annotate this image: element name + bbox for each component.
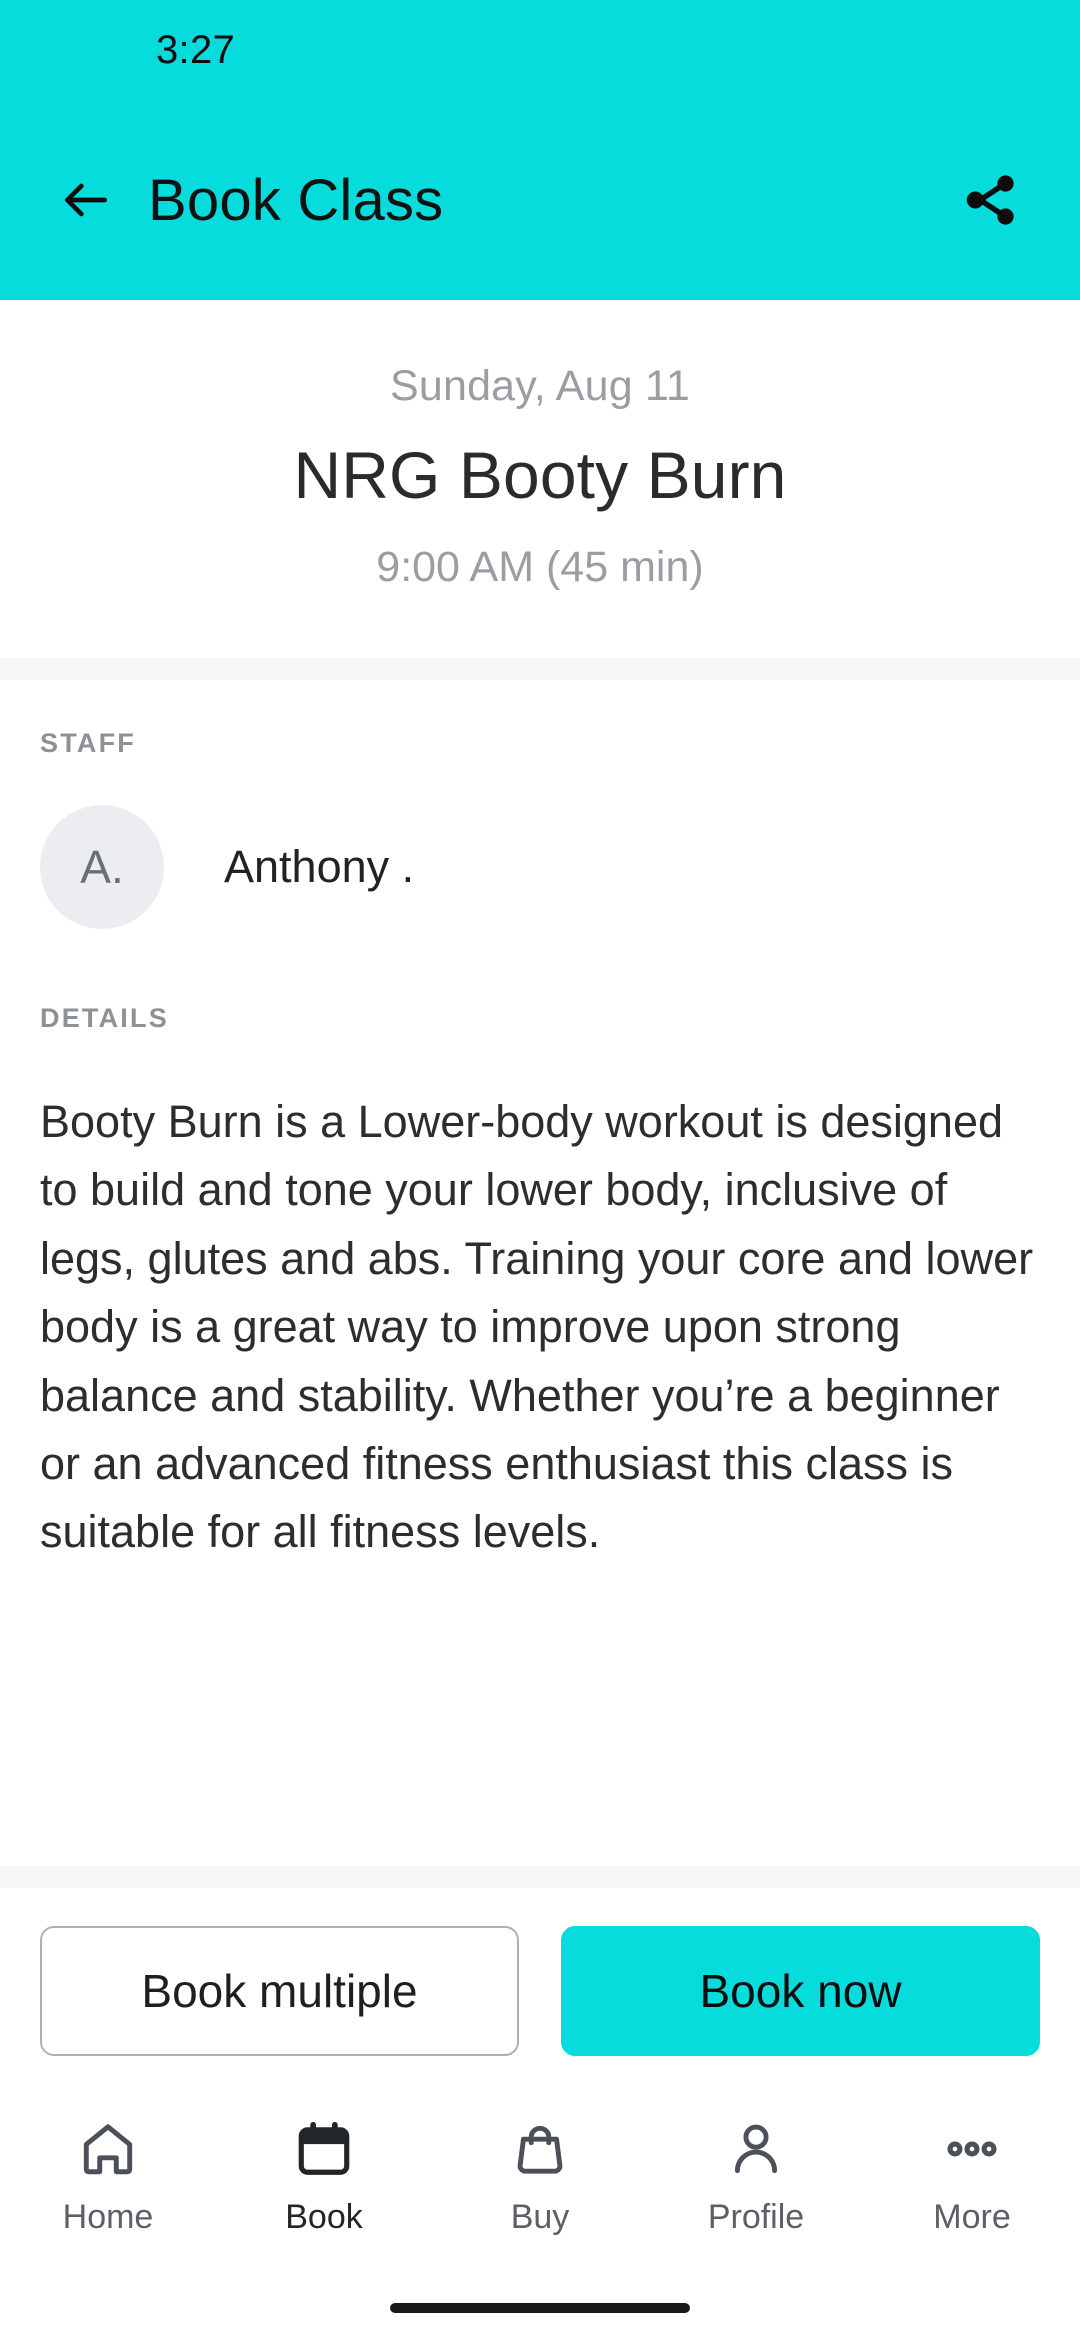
class-date: Sunday, Aug 11 — [389, 362, 691, 410]
nav-item-book[interactable]: Book — [216, 2116, 432, 2237]
share-icon — [966, 175, 1014, 225]
nav-label-more: More — [933, 2198, 1011, 2236]
page-title: Book Class — [148, 167, 444, 233]
action-bar: Book multiple Book now — [0, 1888, 1080, 2090]
share-button[interactable] — [946, 156, 1034, 244]
class-time: 9:00 AM (45 min) — [376, 543, 704, 591]
nav-item-profile[interactable]: Profile — [648, 2116, 864, 2237]
bottom-navigation: Home Book Buy Profile More — [0, 2090, 1080, 2276]
section-divider-top — [0, 658, 1080, 680]
class-details-content: STAFF A. Anthony . DETAILS Booty Burn is… — [0, 680, 1080, 1866]
nav-item-home[interactable]: Home — [0, 2116, 216, 2237]
avatar: A. — [40, 805, 164, 929]
avatar-initials: A. — [80, 841, 124, 893]
nav-label-home: Home — [62, 2198, 154, 2236]
nav-item-buy[interactable]: Buy — [432, 2116, 648, 2237]
book-multiple-button[interactable]: Book multiple — [40, 1926, 519, 2056]
nav-label-book: Book — [285, 2198, 363, 2236]
shopping-bag-icon — [509, 2116, 571, 2182]
staff-section-label: STAFF — [40, 728, 136, 758]
nav-label-profile: Profile — [707, 2198, 805, 2236]
calendar-icon — [293, 2116, 355, 2182]
teal-header-zone: 3:27 Book Class — [0, 0, 1080, 300]
nav-label-buy: Buy — [510, 2198, 570, 2236]
app-bar: Book Class — [0, 100, 1080, 300]
details-section-label: DETAILS — [40, 1003, 169, 1033]
person-icon — [725, 2116, 787, 2182]
details-description: Booty Burn is a Lower-body workout is de… — [40, 1096, 1034, 1558]
staff-row[interactable]: A. Anthony . — [40, 805, 1040, 929]
status-bar-time: 3:27 — [156, 27, 236, 72]
book-now-button[interactable]: Book now — [561, 1926, 1040, 2056]
arrow-left-icon — [65, 183, 107, 217]
app-screen: 3:27 Book Class Sunday, Aug 11 NRG Booty… — [0, 0, 1080, 2340]
more-dots-icon — [941, 2116, 1003, 2182]
nav-item-more[interactable]: More — [864, 2116, 1080, 2237]
status-bar: 3:27 — [0, 0, 1080, 100]
section-divider-bottom — [0, 1866, 1080, 1888]
home-icon — [77, 2116, 139, 2182]
class-name: NRG Booty Burn — [293, 438, 787, 512]
home-indicator[interactable] — [390, 2303, 690, 2313]
back-button[interactable] — [46, 160, 126, 240]
class-summary: Sunday, Aug 11 NRG Booty Burn 9:00 AM (4… — [0, 300, 1080, 658]
staff-name: Anthony . — [224, 841, 415, 892]
gesture-nav-bar — [0, 2276, 1080, 2340]
